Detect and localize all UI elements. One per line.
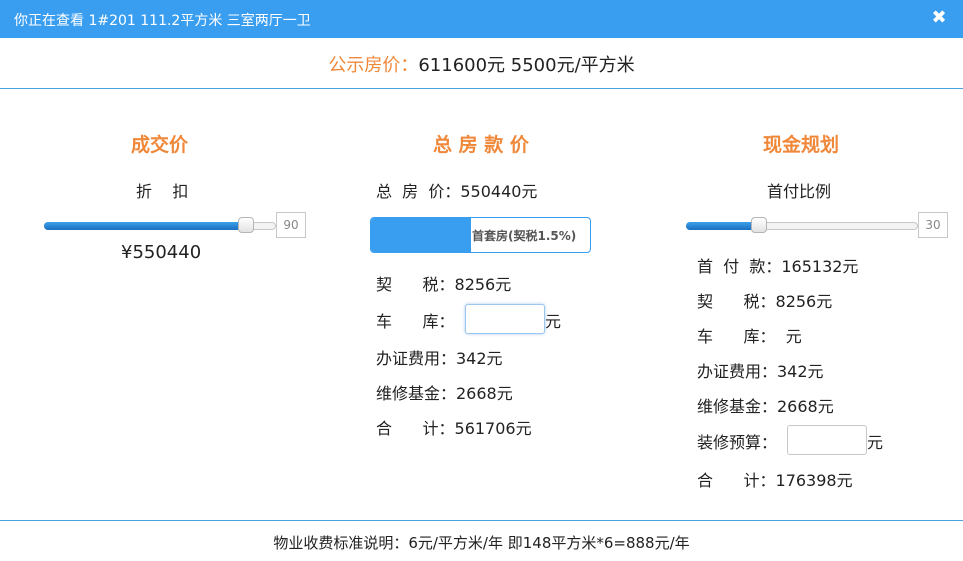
published-price: 公示房价：611600元 5500元/平方米 xyxy=(0,51,963,77)
discount-value-box[interactable]: 90 xyxy=(276,212,306,238)
down-payment-slider-thumb[interactable] xyxy=(751,217,767,233)
cash-deed-tax-row: 契 税：8256元 xyxy=(697,292,833,311)
down-payment-row: 首 付 款：165132元 xyxy=(697,257,859,276)
window-title: 你正在查看 1#201 111.2平方米 三室两厅一卫 xyxy=(14,13,311,29)
down-payment-slider-fill xyxy=(686,222,759,230)
discount-slider-fill xyxy=(44,222,246,230)
certificate-fee-row: 办证费用：342元 xyxy=(376,349,503,368)
cash-maintenance-row: 维修基金：2668元 xyxy=(697,397,834,416)
down-payment-ratio-label: 首付比例 xyxy=(767,182,832,201)
renovation-budget-input[interactable] xyxy=(787,425,867,455)
bottom-divider xyxy=(0,520,963,521)
first-home-toggle-knob[interactable] xyxy=(371,218,471,252)
total-house-price: 总 房 价：550440元 xyxy=(376,182,538,201)
top-divider xyxy=(0,88,963,89)
down-payment-slider[interactable] xyxy=(686,217,918,233)
first-home-toggle-label: 首套房(契税1.5%) xyxy=(472,229,577,243)
total-sum-row: 合 计：561706元 xyxy=(376,419,532,438)
garage-label: 车 库： xyxy=(376,312,455,331)
deal-price-heading: 成交价 xyxy=(131,134,189,156)
deed-tax-row: 契 税：8256元 xyxy=(376,275,512,294)
published-price-label: 公示房价： xyxy=(328,55,419,76)
discount-label: 折 扣 xyxy=(136,182,189,201)
published-price-value: 611600元 5500元/平方米 xyxy=(418,55,635,76)
title-bar: 你正在查看 1#201 111.2平方米 三室两厅一卫 ✖ xyxy=(0,0,963,38)
property-fee-note: 物业收费标准说明：6元/平方米/年 即148平方米*6=888元/年 xyxy=(273,534,690,552)
close-icon[interactable]: ✖ xyxy=(929,8,949,28)
discount-slider[interactable] xyxy=(44,217,276,233)
garage-unit: 元 xyxy=(545,312,562,331)
total-price-heading: 总 房 款 价 xyxy=(433,134,529,156)
cash-garage-row: 车 库： 元 xyxy=(697,327,802,346)
maintenance-fund-row: 维修基金：2668元 xyxy=(376,384,513,403)
down-payment-value-box[interactable]: 30 xyxy=(918,212,948,238)
garage-input[interactable] xyxy=(465,304,545,334)
cash-total-row: 合 计：176398元 xyxy=(697,471,853,490)
cash-plan-heading: 现金规划 xyxy=(763,134,840,156)
first-home-toggle[interactable]: 首套房(契税1.5%) xyxy=(370,217,591,253)
renovation-budget-unit: 元 xyxy=(867,433,884,452)
cash-certificate-row: 办证费用：342元 xyxy=(697,362,824,381)
renovation-budget-label: 装修预算： xyxy=(697,433,778,452)
discount-slider-thumb[interactable] xyxy=(238,217,254,233)
deal-amount: ¥550440 xyxy=(121,242,202,263)
